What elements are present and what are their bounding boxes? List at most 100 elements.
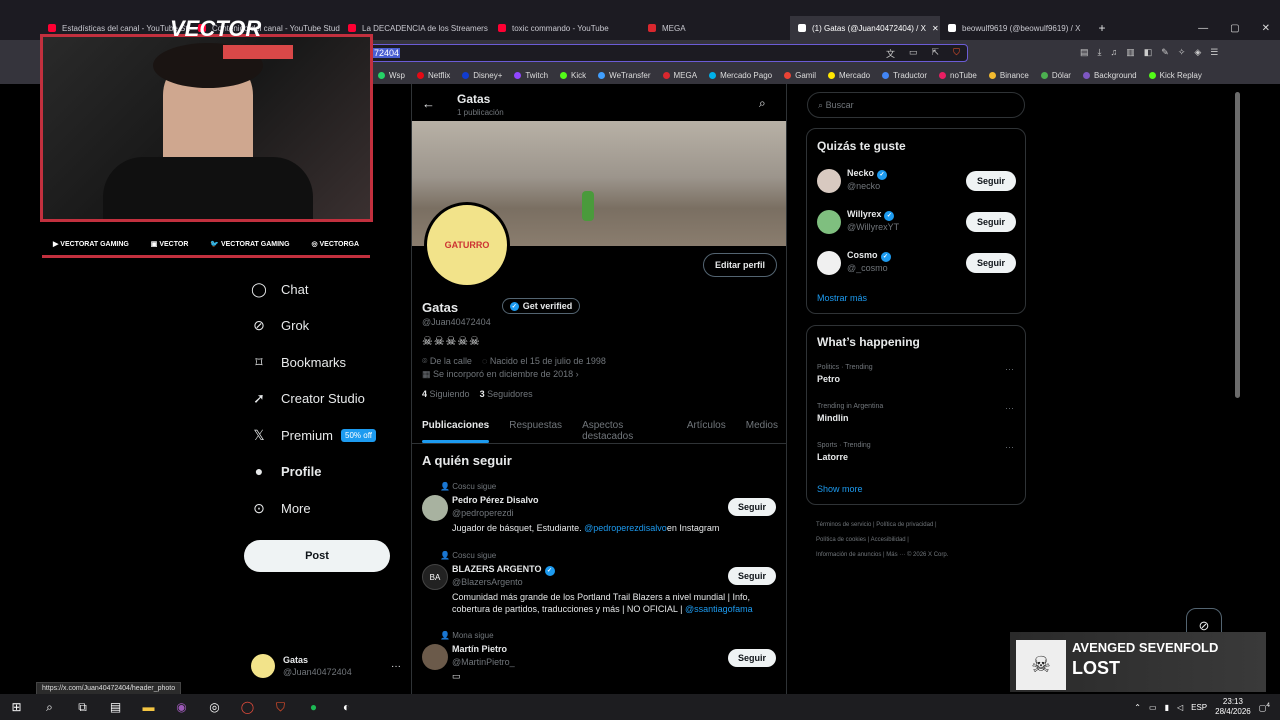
footer-link[interactable]: Términos de servicio <box>816 522 871 528</box>
back-arrow-icon[interactable]: ← <box>422 96 435 111</box>
bookmark-item[interactable]: Netflix <box>417 71 450 80</box>
tab-highlights[interactable]: Aspectos destacados <box>572 410 677 443</box>
search-input[interactable]: ⌕ Buscar <box>807 92 1025 118</box>
suggestion-row[interactable]: Necko ✓ @necko Seguir <box>817 167 1017 197</box>
wallet-icon[interactable]: ◧ <box>1144 47 1153 58</box>
follow-button[interactable]: Seguir <box>728 498 776 516</box>
download-icon[interactable]: ⤓ <box>1098 47 1102 58</box>
bookmark-item[interactable]: Twitch <box>514 71 548 80</box>
extensions-icon[interactable]: ✎ <box>1161 47 1169 58</box>
show-more-link[interactable]: Mostrar más <box>817 293 867 303</box>
sidebar-icon[interactable]: ▤ <box>1080 47 1089 58</box>
bookmark-item[interactable]: Disney+ <box>462 71 502 80</box>
task-view-icon[interactable]: ⧉ <box>66 694 99 720</box>
footer-link[interactable]: Política de privacidad <box>876 522 933 528</box>
opera-icon[interactable]: ◯ <box>231 694 264 720</box>
translate-icon[interactable]: 文 <box>886 47 895 60</box>
bookmark-item[interactable]: noTube <box>939 71 977 80</box>
follow-button[interactable]: Seguir <box>966 212 1016 232</box>
spotify-icon[interactable]: ● <box>297 694 330 720</box>
tab-replies[interactable]: Respuestas <box>499 410 572 443</box>
new-tab-icon[interactable]: + <box>1090 21 1114 35</box>
suggestion-row[interactable]: Cosmo ✓ @_cosmo Seguir <box>817 249 1017 279</box>
more-dots-icon[interactable]: ··· <box>1005 403 1014 413</box>
follow-button[interactable]: Seguir <box>966 253 1016 273</box>
follow-button[interactable]: Seguir <box>966 171 1016 191</box>
tab[interactable]: MEGA <box>640 16 790 40</box>
edit-profile-button[interactable]: Editar perfil <box>703 253 777 277</box>
trend-item[interactable]: Politics · Trending Petro ··· <box>817 364 1017 394</box>
search-icon[interactable]: ⌕ <box>759 96 766 111</box>
tab-media[interactable]: Medios <box>736 410 786 443</box>
follow-suggestion[interactable]: 👤 Mona sigue Martín Pietro @MartinPietro… <box>412 629 786 694</box>
footer-link[interactable]: Accesibilidad <box>871 537 906 543</box>
bookmark-item[interactable]: Wsp <box>378 71 405 80</box>
app-icon[interactable]: ▤ <box>99 694 132 720</box>
follow-button[interactable]: Seguir <box>728 649 776 667</box>
bookmark-item[interactable]: Mercado Pago <box>709 71 772 80</box>
bookmark-item[interactable]: Gamil <box>784 71 816 80</box>
nav-profile[interactable]: ● Profile <box>251 463 322 479</box>
vpn-icon[interactable]: ◈ <box>1194 47 1201 58</box>
tab-active[interactable]: (1) Gatas (@Juan40472404) / X ✕ <box>790 16 940 40</box>
search-icon[interactable]: ⌕ <box>33 694 66 720</box>
nav-creator-studio[interactable]: ➚ Creator Studio <box>251 390 365 406</box>
minimize-icon[interactable]: — <box>1198 23 1208 34</box>
music-icon[interactable]: ♫ <box>1111 47 1118 58</box>
address-bar[interactable]: 72404 <box>368 44 968 62</box>
follow-suggestion[interactable]: 👤 Coscu sigue BA BLAZERS ARGENTO ✓ @Blaze… <box>412 549 786 615</box>
tab-posts[interactable]: Publicaciones <box>412 410 499 443</box>
bookmark-item[interactable]: Background <box>1082 71 1137 80</box>
chevron-up-icon[interactable]: ⌃ <box>1134 703 1141 712</box>
brave-icon[interactable]: ⛉ <box>264 694 297 720</box>
language-indicator[interactable]: ESP <box>1191 703 1207 712</box>
menu-icon[interactable]: ☰ <box>1210 47 1218 58</box>
bookmark-item[interactable]: Dólar <box>1040 71 1071 80</box>
more-dots-icon[interactable]: ··· <box>1005 442 1014 452</box>
bookmark-item[interactable]: Kick <box>560 71 586 80</box>
bookmark-item[interactable]: Traductor <box>882 71 927 80</box>
bookmark-item[interactable]: WeTransfer <box>598 71 651 80</box>
trend-item[interactable]: Trending in Argentina Mindlin ··· <box>817 403 1017 433</box>
app-icon[interactable]: ◉ <box>165 694 198 720</box>
network-icon[interactable]: ▭ <box>1149 703 1157 712</box>
nav-chat[interactable]: ◯ Chat <box>251 281 308 297</box>
footer-link[interactable]: Política de cookies <box>816 537 866 543</box>
reader-icon[interactable]: ▭ <box>909 47 918 60</box>
post-button[interactable]: Post <box>244 540 390 572</box>
steam-icon[interactable]: ◎ <box>198 694 231 720</box>
trend-item[interactable]: Sports · Trending Latorre ··· <box>817 442 1017 472</box>
windows-start-icon[interactable]: ⊞ <box>0 694 33 720</box>
followers-link[interactable]: 3 Seguidores <box>480 389 533 399</box>
scrollbar-thumb[interactable] <box>1235 92 1240 398</box>
nav-bookmarks[interactable]: ⌑ Bookmarks <box>251 354 346 370</box>
nav-more[interactable]: ⊙ More <box>251 500 311 516</box>
tab-articles[interactable]: Artículos <box>677 410 736 443</box>
leo-icon[interactable]: ✧ <box>1178 47 1186 58</box>
follow-button[interactable]: Seguir <box>728 567 776 585</box>
show-more-link[interactable]: Show more <box>817 484 863 494</box>
file-explorer-icon[interactable]: ▬ <box>132 694 165 720</box>
maximize-icon[interactable]: ▢ <box>1230 23 1239 34</box>
get-verified-button[interactable]: ✓ Get verified <box>502 298 580 314</box>
nav-premium[interactable]: 𝕏 Premium 50% off <box>251 427 376 443</box>
close-window-icon[interactable]: ✕ <box>1262 23 1270 34</box>
bookmark-item[interactable]: Kick Replay <box>1148 71 1202 80</box>
tab[interactable]: beowulf9619 (@beowulf9619) / X <box>940 16 1090 40</box>
panel-icon[interactable]: ▥ <box>1126 47 1135 58</box>
notifications-icon[interactable]: ▢4 <box>1259 702 1270 713</box>
bookmark-item[interactable]: MEGA <box>662 71 697 80</box>
suggestion-row[interactable]: Willyrex ✓ @WillyrexYT Seguir <box>817 208 1017 238</box>
bookmark-item[interactable]: Binance <box>988 71 1029 80</box>
close-icon[interactable]: ✕ <box>932 24 940 33</box>
follow-suggestion[interactable]: 👤 Coscu sigue Pedro Pérez Disalvo @pedro… <box>412 480 786 546</box>
mic-icon[interactable]: ▮ <box>1165 703 1169 712</box>
bookmark-item[interactable]: Mercado <box>827 71 870 80</box>
footer-link[interactable]: Información de anuncios <box>816 552 881 558</box>
share-icon[interactable]: ⇱ <box>932 47 940 60</box>
footer-link[interactable]: Más ··· <box>886 552 905 558</box>
profile-avatar[interactable]: GATURRO <box>424 202 510 288</box>
nav-grok[interactable]: ⊘ Grok <box>251 317 309 333</box>
tab[interactable]: toxic commando - YouTube <box>490 16 640 40</box>
more-dots-icon[interactable]: ··· <box>1005 364 1014 374</box>
